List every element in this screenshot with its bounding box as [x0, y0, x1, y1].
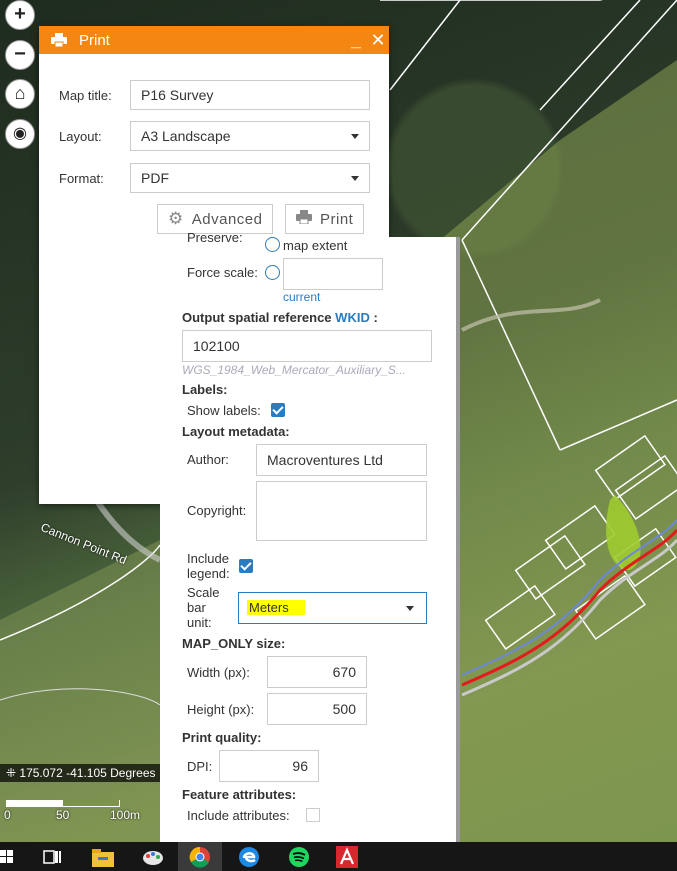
force-scale-radio[interactable]: [265, 265, 280, 280]
osr-heading: Output spatial reference WKID :: [182, 310, 378, 325]
wkid-link[interactable]: WKID: [335, 310, 370, 325]
osr-colon: :: [373, 310, 378, 325]
author-input[interactable]: Macroventures Ltd: [256, 444, 427, 476]
file-explorer-icon[interactable]: [92, 846, 114, 868]
minimize-button[interactable]: _: [345, 30, 367, 51]
layout-select-value: A3 Landscape: [141, 128, 231, 144]
height-label: Height (px):: [187, 702, 255, 717]
include-legend-label-line2: legend:: [187, 566, 230, 581]
scale-bar-unit-value: Meters: [247, 600, 305, 615]
author-label: Author:: [187, 452, 229, 467]
chrome-icon[interactable]: [178, 842, 222, 871]
width-input[interactable]: 670: [267, 656, 367, 688]
edge-icon[interactable]: [238, 846, 260, 868]
layout-select[interactable]: A3 Landscape: [130, 121, 370, 151]
include-attributes-label: Include attributes:: [187, 808, 290, 823]
map-title-input[interactable]: P16 Survey: [130, 80, 370, 110]
paint-app-icon[interactable]: [142, 846, 164, 868]
print-quality-heading: Print quality:: [182, 730, 262, 745]
close-button[interactable]: ✕: [367, 30, 389, 51]
dialog-title: Print: [79, 31, 110, 49]
layout-metadata-heading: Layout metadata:: [182, 424, 290, 439]
zoom-in-button[interactable]: +: [5, 0, 35, 30]
printer-icon: [51, 33, 67, 48]
format-select[interactable]: PDF: [130, 163, 370, 193]
advanced-options-panel: Preserve: map extent Force scale: curren…: [160, 230, 460, 842]
gear-icon: ⚙: [168, 209, 184, 228]
scale-bar-graphic: [6, 800, 120, 807]
wkid-description: WGS_1984_Web_Mercator_Auxiliary_S...: [182, 363, 406, 377]
scale-tick-0: 0: [4, 808, 11, 822]
copyright-textarea[interactable]: [256, 481, 427, 541]
current-scale-link[interactable]: current: [283, 290, 320, 304]
chevron-down-icon: [406, 606, 414, 611]
layout-label: Layout:: [59, 128, 102, 144]
dpi-input[interactable]: 96: [219, 750, 319, 782]
preserve-label: Preserve:: [187, 230, 243, 245]
format-label: Format:: [59, 170, 104, 186]
format-select-value: PDF: [141, 170, 169, 186]
home-button[interactable]: ⌂: [5, 79, 35, 109]
coordinate-text: 175.072 -41.105 Degrees: [19, 766, 156, 780]
acrobat-icon[interactable]: [336, 846, 358, 868]
scale-tick-100: 100m: [110, 808, 141, 822]
scale-bar-unit-label-line1: Scale: [187, 585, 220, 600]
dpi-label: DPI:: [187, 759, 213, 774]
copyright-label: Copyright:: [187, 503, 247, 518]
show-labels-checkbox[interactable]: [271, 403, 285, 417]
width-label: Width (px):: [187, 665, 250, 680]
advanced-button-label: Advanced: [191, 210, 263, 228]
locate-button[interactable]: ◉: [5, 119, 35, 149]
scale-bar-unit-label: Scale bar unit:: [187, 585, 220, 630]
print-button-label: Print: [320, 210, 354, 228]
force-scale-input[interactable]: [283, 258, 383, 290]
force-scale-label: Force scale:: [187, 265, 258, 280]
feature-attributes-heading: Feature attributes:: [182, 787, 297, 802]
format-row: Format: PDF: [59, 163, 370, 193]
chevron-down-icon: [351, 134, 359, 139]
scale-bar-unit-select[interactable]: Meters: [238, 592, 427, 624]
map-title-label: Map title:: [59, 87, 112, 103]
include-legend-label-line1: Include: [187, 551, 229, 566]
map-title-row: Map title: P16 Survey: [59, 80, 370, 110]
chevron-down-icon: [351, 176, 359, 181]
include-legend-checkbox[interactable]: [239, 559, 253, 573]
spotify-icon[interactable]: [288, 846, 310, 868]
print-button[interactable]: Print: [285, 204, 365, 234]
show-labels-label: Show labels:: [187, 403, 261, 418]
layout-row: Layout: A3 Landscape: [59, 121, 370, 151]
windows-taskbar: [0, 842, 677, 871]
scale-bar: 0 50 100m: [4, 798, 154, 822]
coordinate-readout: ⁜ 175.072 -41.105 Degrees: [0, 764, 165, 782]
scale-bar-unit-label-line2: bar: [187, 600, 206, 615]
task-view-icon[interactable]: [42, 846, 64, 868]
zoom-out-button[interactable]: −: [5, 40, 35, 70]
scale-bar-unit-label-line3: unit:: [187, 615, 212, 630]
labels-heading: Labels:: [182, 382, 228, 397]
crosshair-icon: ⁜: [6, 766, 20, 780]
map-extent-label: map extent: [283, 238, 348, 253]
wkid-input[interactable]: 102100: [182, 330, 432, 362]
windows-start-icon[interactable]: [0, 846, 22, 868]
printer-icon: [296, 210, 312, 228]
map-only-size-heading: MAP_ONLY size:: [182, 636, 286, 651]
height-input[interactable]: 500: [267, 693, 367, 725]
dialog-header[interactable]: Print _ ✕: [39, 26, 389, 54]
osr-label: Output spatial reference: [182, 310, 332, 325]
include-attributes-checkbox[interactable]: [306, 808, 320, 822]
include-legend-label: Include legend:: [187, 551, 230, 581]
map-extent-radio[interactable]: [265, 237, 280, 252]
scale-tick-50: 50: [56, 808, 70, 822]
